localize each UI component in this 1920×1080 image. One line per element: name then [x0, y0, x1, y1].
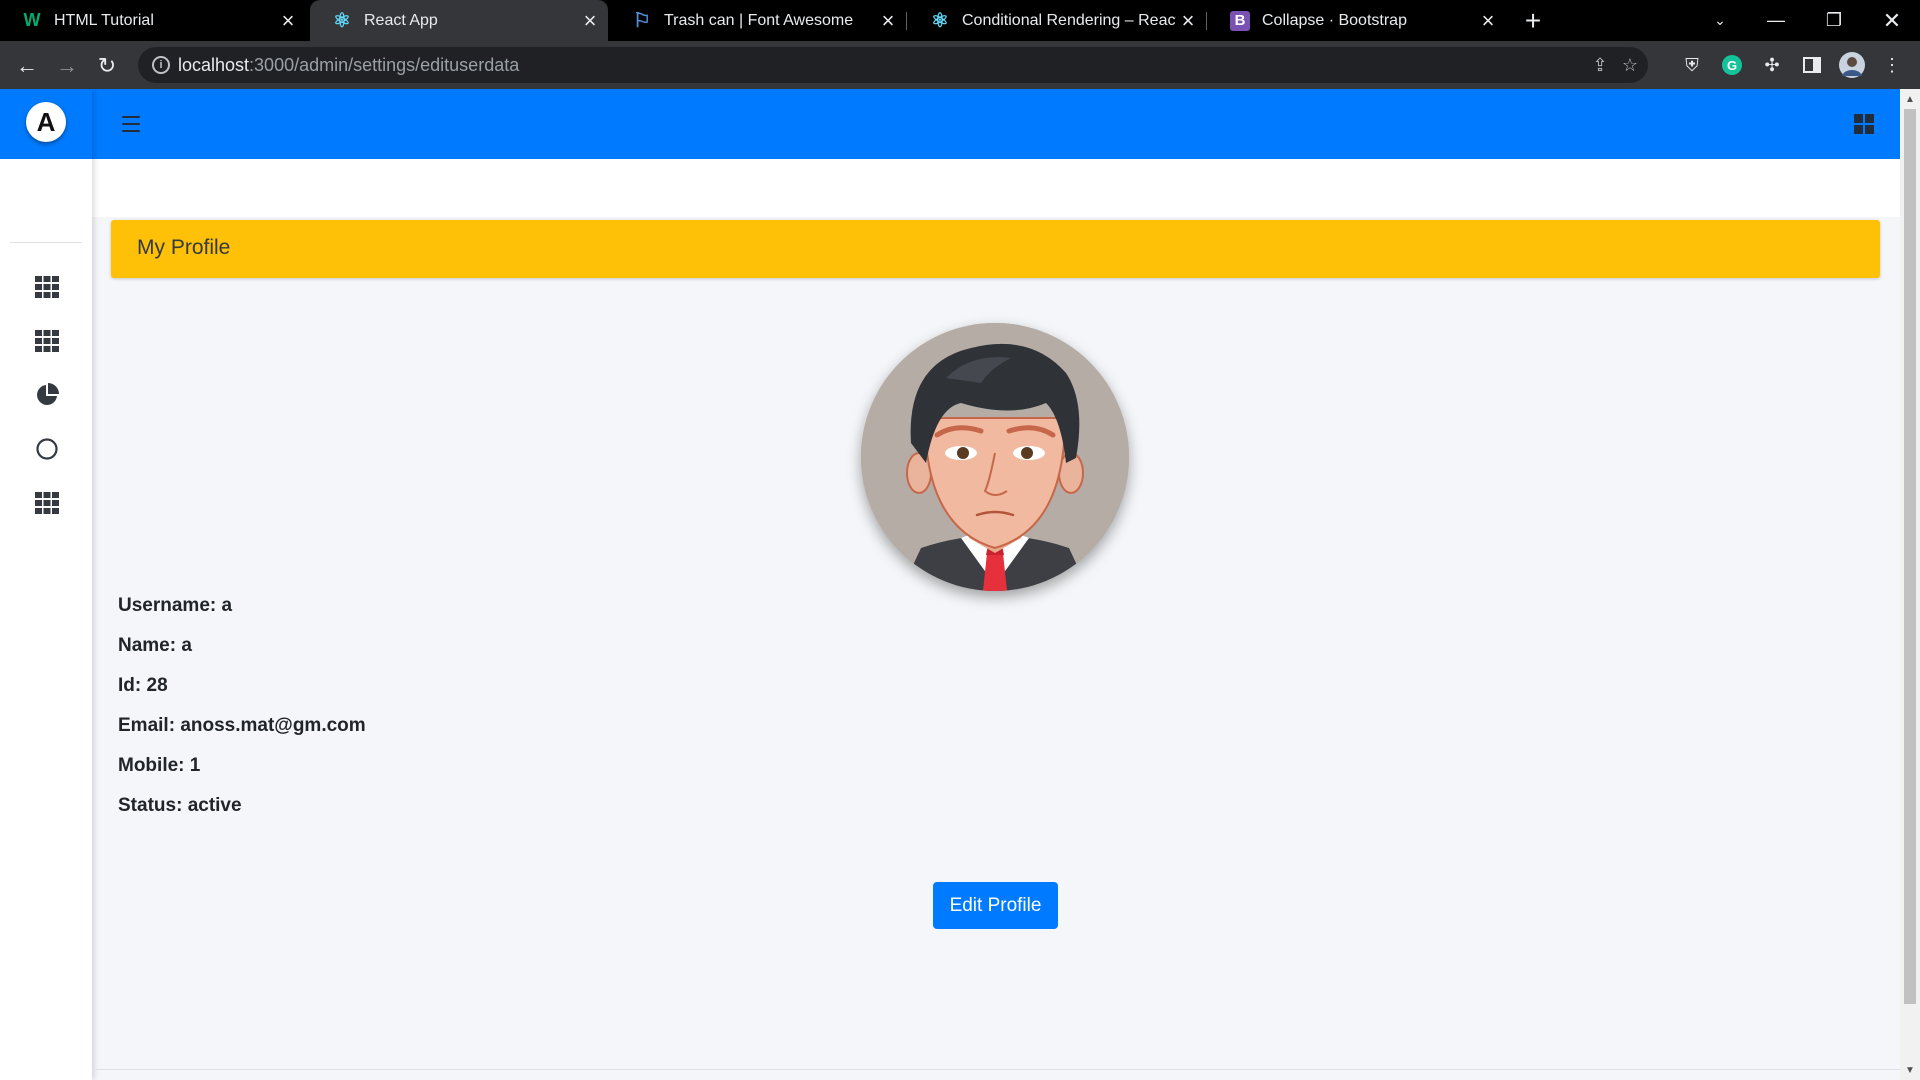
info-icon[interactable]: i — [152, 56, 170, 74]
new-tab-button[interactable]: + — [1518, 5, 1548, 36]
tab-title: React App — [364, 11, 438, 29]
profile-field-email: Email: anoss.mat@gm.com — [118, 715, 366, 737]
flag-icon: ⚐ — [633, 10, 651, 32]
field-value: 1 — [189, 755, 201, 776]
field-label: Status: — [118, 795, 183, 816]
field-value: a — [181, 635, 192, 656]
th-icon — [35, 492, 59, 514]
th-icon — [35, 276, 59, 298]
scroll-down-arrow-icon[interactable]: ▼ — [1904, 1064, 1916, 1076]
field-label: Username: — [118, 595, 217, 616]
more-menu-icon[interactable]: ⋮ — [1878, 51, 1906, 79]
brand-area[interactable]: A — [0, 89, 92, 159]
scrollbar-thumb[interactable] — [1904, 109, 1916, 1004]
reload-icon[interactable]: ↻ — [92, 51, 122, 81]
browser-tab-strip: W HTML Tutorial × ⚛ React App × ⚐ Trash … — [0, 0, 1920, 41]
close-icon[interactable]: × — [1176, 8, 1200, 33]
field-label: Email: — [118, 715, 176, 736]
tab-title: Trash can | Font Awesome — [664, 11, 854, 29]
tab-conditional-rendering[interactable]: ⚛ Conditional Rendering – React × — [908, 0, 1206, 41]
profile-field-name: Name: a — [118, 635, 192, 657]
field-label: Mobile: — [118, 755, 185, 776]
sidebar: A — [0, 89, 92, 1080]
svg-text:G: G — [1727, 58, 1737, 73]
tab-separator — [906, 12, 907, 30]
react-icon: ⚛ — [333, 10, 351, 32]
sidebar-divider — [10, 242, 82, 243]
forward-arrow-icon[interactable]: → — [52, 51, 82, 81]
address-bar[interactable]: i localhost:3000/admin/settings/edituser… — [138, 47, 1648, 83]
edit-profile-button[interactable]: Edit Profile — [933, 882, 1058, 929]
tab-separator — [1206, 12, 1207, 30]
field-value: active — [187, 795, 242, 816]
restore-button[interactable]: ❐ — [1806, 0, 1862, 41]
tab-react-app[interactable]: ⚛ React App × — [310, 0, 608, 41]
star-icon[interactable]: ☆ — [1618, 53, 1642, 77]
footer-divider — [92, 1069, 1900, 1070]
grammarly-icon[interactable]: G — [1718, 51, 1746, 79]
apps-grid-icon[interactable] — [1854, 114, 1874, 134]
field-value: a — [221, 595, 233, 616]
brand-logo[interactable]: A — [26, 102, 66, 142]
minimize-button[interactable]: — — [1748, 0, 1804, 41]
field-label: Name: — [118, 635, 177, 656]
url-text[interactable]: localhost:3000/admin/settings/edituserda… — [178, 55, 519, 76]
profile-field-mobile: Mobile: 1 — [118, 755, 200, 777]
tab-font-awesome[interactable]: ⚐ Trash can | Font Awesome × — [610, 0, 906, 41]
top-navbar — [92, 89, 1900, 159]
profile-card-header: My Profile — [111, 220, 1880, 278]
profile-field-id: Id: 28 — [118, 675, 168, 697]
field-value: 28 — [146, 675, 168, 696]
share-icon[interactable]: ⇪ — [1588, 53, 1612, 77]
sidebar-item-2[interactable] — [30, 324, 64, 358]
tab-search-icon[interactable]: ⌄ — [1692, 0, 1748, 41]
tab-title: Conditional Rendering – React — [962, 11, 1176, 29]
sidebar-item-4[interactable] — [30, 432, 64, 466]
react-icon: ⚛ — [931, 10, 949, 32]
profile-field-username: Username: a — [118, 595, 232, 617]
sidebar-item-3[interactable] — [30, 378, 64, 412]
close-icon[interactable]: × — [578, 8, 602, 33]
w3schools-icon: W — [23, 10, 41, 30]
th-icon — [35, 330, 59, 352]
close-icon[interactable]: × — [1476, 8, 1500, 33]
tab-title: HTML Tutorial — [54, 11, 154, 29]
sidebar-item-1[interactable] — [30, 270, 64, 304]
window-close-button[interactable]: ✕ — [1864, 0, 1920, 41]
browser-toolbar: ← → ↻ i localhost:3000/admin/settings/ed… — [0, 41, 1920, 89]
tab-bootstrap-collapse[interactable]: B Collapse · Bootstrap × — [1208, 0, 1506, 41]
bootstrap-icon: B — [1230, 10, 1250, 31]
avatar — [861, 323, 1129, 591]
close-icon[interactable]: × — [876, 8, 900, 33]
profile-avatar[interactable] — [1838, 51, 1866, 79]
field-value: anoss.mat@gm.com — [180, 715, 366, 736]
admin-page: A My Profile Username: a Name: a Id: 28 … — [0, 89, 1920, 1080]
back-arrow-icon[interactable]: ← — [12, 51, 42, 81]
page-scrollbar[interactable]: ▲ ▼ — [1900, 89, 1920, 1080]
circle-icon — [36, 438, 58, 460]
scroll-up-arrow-icon[interactable]: ▲ — [1904, 93, 1916, 105]
puzzle-icon[interactable]: ✣ — [1758, 51, 1786, 79]
menu-toggle-icon[interactable] — [120, 113, 142, 135]
close-icon[interactable]: × — [276, 8, 300, 33]
tab-title: Collapse · Bootstrap — [1262, 11, 1407, 29]
content-header-strip — [92, 159, 1900, 217]
shield-icon[interactable]: ⛨ — [1678, 51, 1706, 79]
sidebar-item-5[interactable] — [30, 486, 64, 520]
side-panel-icon[interactable] — [1798, 51, 1826, 79]
page-title: My Profile — [137, 236, 231, 259]
field-label: Id: — [118, 675, 142, 696]
chart-pie-icon — [37, 383, 59, 405]
tab-html-tutorial[interactable]: W HTML Tutorial × — [0, 0, 306, 41]
profile-field-status: Status: active — [118, 795, 242, 817]
